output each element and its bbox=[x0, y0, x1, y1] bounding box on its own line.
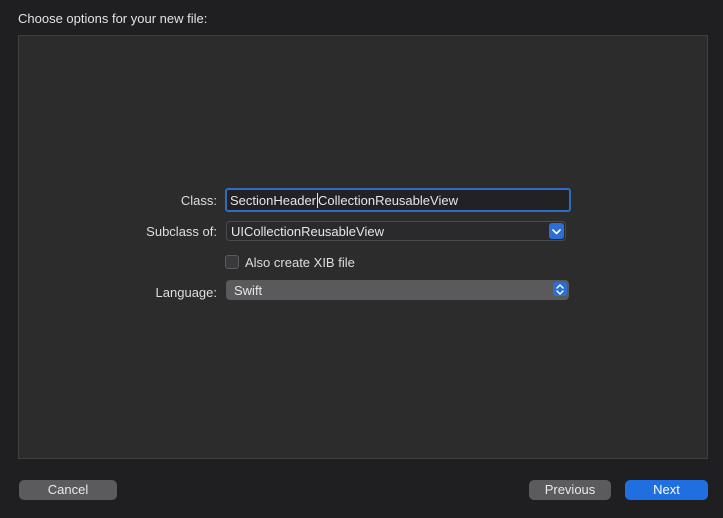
class-name-text-after-caret: CollectionReusableView bbox=[318, 192, 458, 208]
dialog-title: Choose options for your new file: bbox=[18, 11, 208, 26]
language-label: Language: bbox=[155, 285, 217, 300]
chevron-down-icon[interactable] bbox=[549, 223, 564, 239]
language-popup-button[interactable]: Swift bbox=[226, 280, 569, 300]
cancel-button[interactable]: Cancel bbox=[19, 480, 117, 500]
class-name-field[interactable]: SectionHeader CollectionReusableView bbox=[225, 188, 571, 212]
options-panel bbox=[18, 35, 708, 459]
previous-button[interactable]: Previous bbox=[529, 480, 611, 500]
subclass-label: Subclass of: bbox=[146, 224, 217, 239]
language-value: Swift bbox=[234, 282, 263, 298]
create-xib-label[interactable]: Also create XIB file bbox=[245, 255, 355, 270]
next-button[interactable]: Next bbox=[625, 480, 708, 500]
new-file-options-dialog: Choose options for your new file: Class:… bbox=[0, 0, 723, 518]
subclass-value: UICollectionReusableView bbox=[231, 223, 384, 239]
subclass-combo-box[interactable]: UICollectionReusableView bbox=[226, 221, 566, 241]
class-name-text-before-caret: SectionHeader bbox=[230, 192, 316, 208]
create-xib-checkbox[interactable] bbox=[225, 255, 239, 269]
up-down-chevron-icon bbox=[553, 282, 567, 296]
class-label: Class: bbox=[180, 193, 217, 208]
